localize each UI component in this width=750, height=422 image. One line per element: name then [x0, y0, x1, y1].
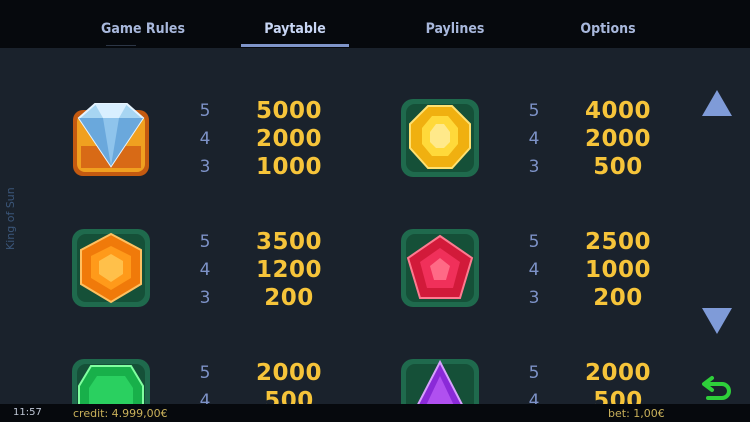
payout-value: 1000 [584, 257, 651, 283]
tab-bar: Game Rules Paytable Paylines Options [0, 0, 750, 48]
count-label: 4 [199, 129, 211, 149]
payout-value: 1200 [255, 257, 322, 283]
count-label: 5 [528, 363, 540, 383]
payout-value: 200 [264, 285, 314, 311]
credit-display: credit: 4.999,00€ [73, 407, 168, 420]
count-label: 5 [199, 232, 211, 252]
payout-value: 500 [593, 154, 643, 180]
tab-paytable[interactable]: Paytable [241, 0, 349, 48]
payout-value: 200 [593, 285, 643, 311]
payout-value: 2000 [584, 126, 651, 152]
tab-game-rules[interactable]: Game Rules [88, 0, 198, 48]
orange-gem-icon [69, 226, 153, 310]
count-label: 4 [199, 260, 211, 280]
payout-value: 3500 [255, 229, 322, 255]
count-label: 3 [528, 157, 540, 177]
count-label: 4 [528, 260, 540, 280]
game-title-label: King of Sun [4, 187, 17, 250]
count-label: 3 [199, 288, 211, 308]
payout-value: 1000 [255, 154, 322, 180]
payout-value: 5000 [255, 98, 322, 124]
red-gem-icon [398, 226, 482, 310]
active-tab-indicator [241, 44, 349, 47]
count-label: 5 [199, 363, 211, 383]
payout-value: 2500 [584, 229, 651, 255]
tab-divider [106, 45, 136, 46]
count-label: 5 [528, 232, 540, 252]
count-label: 3 [199, 157, 211, 177]
green-gem-icon [69, 356, 153, 404]
bet-display: bet: 1,00€ [608, 407, 665, 420]
clock-time: 11:57 [13, 407, 42, 418]
yellow-gem-icon [398, 96, 482, 180]
scroll-up-arrow-icon[interactable] [702, 90, 732, 116]
payout-value: 2000 [255, 360, 322, 386]
purple-gem-icon [398, 356, 482, 404]
count-label: 5 [528, 101, 540, 121]
payout-value: 4000 [584, 98, 651, 124]
count-label: 3 [528, 288, 540, 308]
return-arrow-icon [702, 376, 731, 400]
back-button[interactable] [700, 372, 734, 402]
scroll-down-arrow-icon[interactable] [702, 308, 732, 334]
count-label: 5 [199, 101, 211, 121]
payout-value: 2000 [255, 126, 322, 152]
tab-options[interactable]: Options [553, 0, 663, 48]
diamond-icon [69, 96, 153, 180]
tab-paylines[interactable]: Paylines [400, 0, 510, 48]
status-bar: 11:57 credit: 4.999,00€ bet: 1,00€ [0, 404, 750, 422]
payout-value: 2000 [584, 360, 651, 386]
count-label: 4 [528, 129, 540, 149]
